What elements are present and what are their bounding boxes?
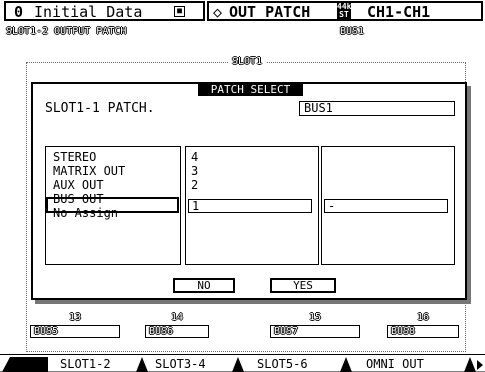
category-item-matrix-out[interactable]: MATRIX OUT [53, 164, 180, 178]
slot-number: 14 [170, 312, 184, 323]
page-title-box: ◇ OUT PATCH 44k ST CH1-CH1 [207, 1, 483, 21]
patch-select-dialog: PATCH SELECT SLOT1-1 PATCH. BUS1 STEREO … [31, 82, 467, 300]
tab-slot5-6[interactable]: SLOT5-6 [257, 358, 308, 370]
slot-value: BUS5 [30, 325, 120, 338]
slot-value: BUS6 [145, 325, 209, 338]
background-slot-15[interactable]: 15 BUS7 [270, 312, 360, 338]
channel-range: CH1-CH1 [367, 3, 431, 21]
protect-icon: ■ [174, 6, 185, 17]
category-item-aux-out[interactable]: AUX OUT [53, 178, 180, 192]
tab-slot1-2[interactable]: SLOT1-2 [60, 358, 111, 370]
number-list[interactable]: 4 3 2 1 [185, 146, 319, 265]
background-slot-14[interactable]: 14 BUS6 [145, 312, 209, 338]
tab-slot3-4[interactable]: SLOT3-4 [155, 358, 206, 370]
stereo-label: ST [339, 10, 349, 19]
category-item-stereo[interactable]: STEREO [53, 150, 180, 164]
slot-patch-label: SLOT1-1 PATCH. [45, 101, 155, 116]
tab-scroll-right-icon[interactable] [476, 357, 485, 371]
selected-number-box[interactable]: 1 [188, 199, 312, 213]
number-items: 4 3 2 [186, 147, 318, 192]
sub-list[interactable]: - [321, 146, 455, 265]
scene-box[interactable]: 0 Initial Data ■ [4, 1, 205, 21]
sub-value-box[interactable]: - [324, 199, 448, 213]
number-item-4[interactable]: 4 [191, 150, 318, 164]
page-title: OUT PATCH [229, 3, 311, 21]
slot-number: 13 [68, 312, 82, 323]
slot-number: 15 [308, 312, 322, 323]
scene-number: 0 [14, 3, 24, 21]
number-item-2[interactable]: 2 [191, 178, 318, 192]
tab-bar: SLOT1-2 SLOT3-4 SLOT5-6 OMNI OUT [0, 354, 485, 372]
current-patch-value: BUS1 [299, 101, 455, 116]
diamond-icon: ◇ [213, 3, 223, 21]
background-bus-label: BUS1 [340, 26, 365, 37]
scene-title: Initial Data [34, 3, 143, 21]
background-slot-label: SLOT1 [228, 56, 267, 67]
status-header: 0 Initial Data ■ ◇ OUT PATCH 44k ST CH1-… [0, 0, 485, 22]
selected-category-highlight [46, 197, 179, 213]
sampling-rate-badge: 44k ST [337, 3, 351, 19]
tab-omni-out[interactable]: OMNI OUT [366, 358, 424, 370]
dialog-title: PATCH SELECT [198, 84, 303, 96]
category-list[interactable]: STEREO MATRIX OUT AUX OUT BUS OUT No Ass… [45, 146, 181, 265]
background-page-label: SLOT1-2 OUTPUT PATCH [6, 26, 127, 37]
no-button[interactable]: NO [173, 278, 235, 293]
slot-value: BUS8 [387, 325, 459, 338]
slot-value: BUS7 [270, 325, 360, 338]
yes-button[interactable]: YES [270, 278, 336, 293]
background-slot-13[interactable]: 13 BUS5 [30, 312, 120, 338]
background-slot-16[interactable]: 16 BUS8 [387, 312, 459, 338]
slot-number: 16 [416, 312, 430, 323]
number-item-3[interactable]: 3 [191, 164, 318, 178]
